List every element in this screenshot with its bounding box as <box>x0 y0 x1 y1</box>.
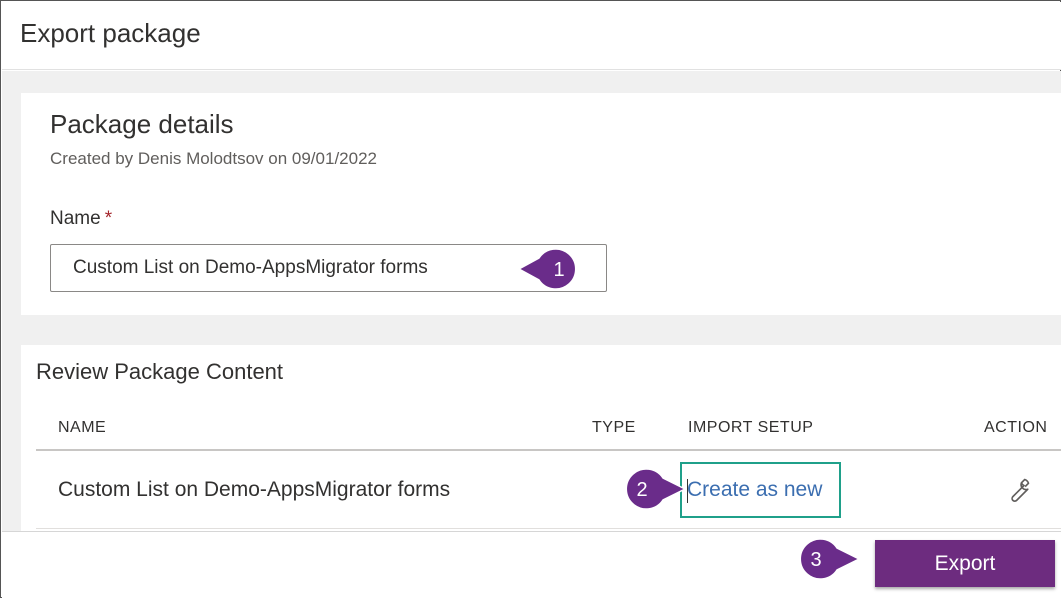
required-marker: * <box>104 208 113 229</box>
export-button[interactable]: Export <box>875 540 1055 587</box>
callout-number-3: 3 <box>810 549 821 571</box>
package-details-title: Package details <box>50 109 234 139</box>
create-as-new-link[interactable]: Create as new <box>687 478 822 502</box>
callout-badge-3: 3 <box>799 538 861 580</box>
export-package-dialog: Export package Package details Created b… <box>0 0 1061 598</box>
review-package-title: Review Package Content <box>36 359 284 384</box>
column-header-name: NAME <box>58 419 107 436</box>
dialog-header: Export package <box>2 2 1061 70</box>
row-name-cell: Custom List on Demo-AppsMigrator forms <box>58 478 451 501</box>
text-cursor <box>687 479 688 503</box>
column-header-type: TYPE <box>592 419 636 436</box>
package-created-by: Created by Denis Molodtsov on 09/01/2022 <box>50 149 377 168</box>
callout-badge-2: 2 <box>625 468 687 510</box>
callout-number-1: 1 <box>553 259 564 281</box>
wrench-icon[interactable] <box>1003 475 1033 505</box>
name-field-label: Name * <box>50 208 112 230</box>
review-package-card: Review Package Content NAME TYPE IMPORT … <box>21 345 1061 531</box>
callout-number-2: 2 <box>636 479 647 501</box>
name-label-text: Name <box>50 208 101 229</box>
table-header-divider <box>36 449 1061 451</box>
dialog-title: Export package <box>20 18 201 48</box>
row-divider <box>36 528 1061 529</box>
column-header-action: ACTION <box>984 419 1048 436</box>
callout-badge-1: 1 <box>517 248 577 290</box>
column-header-import-setup: IMPORT SETUP <box>688 419 814 436</box>
